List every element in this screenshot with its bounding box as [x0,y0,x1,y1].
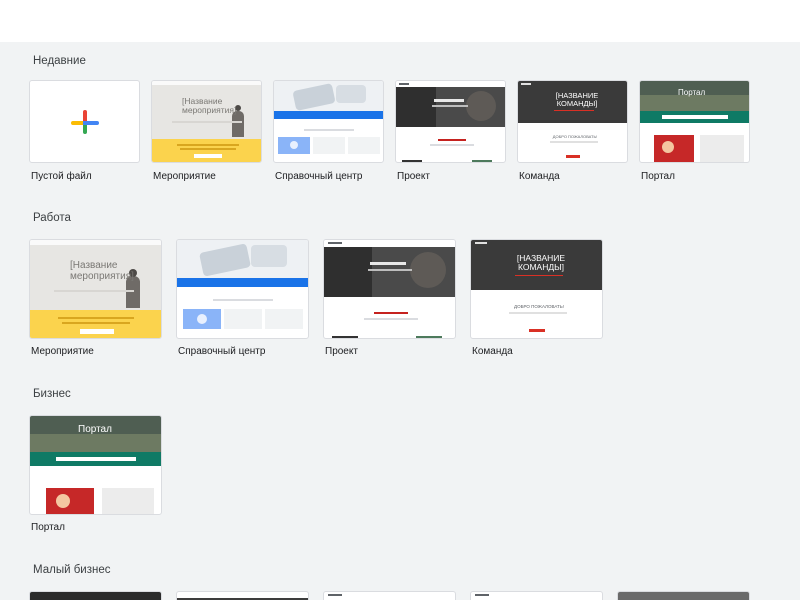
template-label: Команда [519,171,560,182]
template-thumbnail-event[interactable]: [Название мероприятия] [29,239,162,339]
template-thumbnail-portal[interactable]: Портал [639,80,750,163]
template-thumbnail[interactable] [29,591,162,600]
thumb-team-title: [НАЗВАНИЕ КОМАНДЫ] [516,253,566,272]
thumb-portal-title: Портал [78,424,112,435]
template-label: Проект [397,171,430,182]
thumb-portal-title: Портал [678,88,706,97]
template-thumbnail-portal[interactable]: Портал [29,415,162,515]
template-thumbnail-event[interactable]: [Название мероприятия] [151,80,262,163]
template-thumbnail-blank[interactable] [29,80,140,163]
template-thumbnail-project[interactable] [395,80,506,163]
template-thumbnail-help-center[interactable] [176,239,309,339]
section-title-business: Бизнес [33,388,71,400]
template-thumbnail-project[interactable] [323,239,456,339]
template-thumbnail[interactable] [470,591,603,600]
template-label: Команда [472,346,513,357]
template-thumbnail[interactable] [176,591,309,600]
top-bar [0,0,800,42]
template-label: Пустой файл [31,171,92,182]
template-label: Портал [641,171,675,182]
thumb-team-welcome: ДОБРО ПОЖАЛОВАТЬ! [552,134,598,139]
thumb-team-title: [НАЗВАНИЕ КОМАНДЫ] [555,91,599,108]
section-title-work: Работа [33,212,71,224]
template-thumbnail[interactable] [617,591,750,600]
section-title-recent: Недавние [33,55,86,67]
template-label: Справочный центр [275,171,363,182]
thumb-team-welcome: ДОБРО ПОЖАЛОВАТЬ! [514,304,564,309]
thumb-event-title: [Название мероприятия] [70,260,134,282]
template-label: Проект [325,346,358,357]
template-label: Мероприятие [153,171,216,182]
section-title-small-business: Малый бизнес [33,564,111,576]
template-thumbnail[interactable] [323,591,456,600]
template-thumbnail-team[interactable]: [НАЗВАНИЕ КОМАНДЫ] ДОБРО ПОЖАЛОВАТЬ! [517,80,628,163]
plus-icon [30,81,139,162]
template-label: Справочный центр [178,346,266,357]
template-label: Портал [31,522,65,533]
thumb-event-title: [Название мероприятия] [182,96,237,115]
template-label: Мероприятие [31,346,94,357]
template-thumbnail-help-center[interactable] [273,80,384,163]
template-thumbnail-team[interactable]: [НАЗВАНИЕ КОМАНДЫ] ДОБРО ПОЖАЛОВАТЬ! [470,239,603,339]
